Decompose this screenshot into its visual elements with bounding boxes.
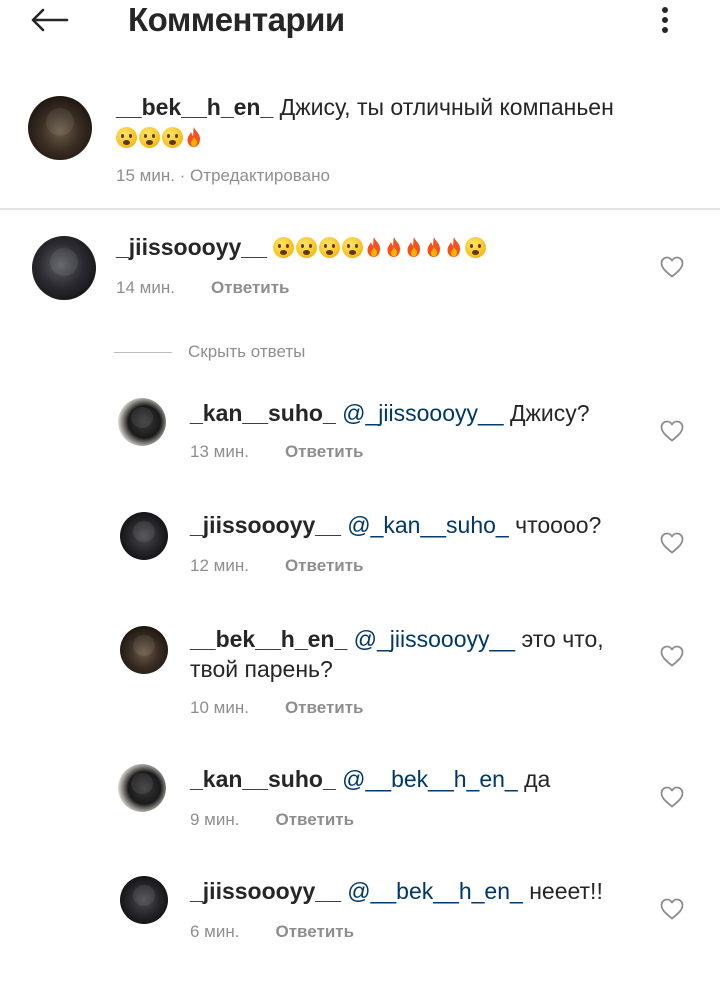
astonished-emoji-icon <box>465 237 487 258</box>
grinning-sweat-emoji-icon <box>162 127 183 148</box>
reply-text: _kan__suho_ @__bek__h_en_ да <box>190 764 650 794</box>
reply-mention[interactable]: @__bek__h_en_ <box>342 766 518 792</box>
reply-button[interactable]: Ответить <box>285 698 364 717</box>
reply-text: _jiissoooyy__ @__bek__h_en_ нееет!! <box>190 876 650 906</box>
like-heart-icon[interactable] <box>660 898 684 920</box>
fire-emoji-icon <box>425 236 443 258</box>
like-heart-icon[interactable] <box>660 786 684 808</box>
avatar[interactable] <box>118 764 166 812</box>
like-heart-icon[interactable] <box>660 532 684 554</box>
avatar[interactable] <box>118 398 166 446</box>
reply-button[interactable]: Ответить <box>285 442 364 461</box>
caption-text: __bek__h_en_ Джису, ты отличный компанье… <box>116 92 676 152</box>
fire-emoji-icon <box>365 236 383 258</box>
reply-username[interactable]: _kan__suho_ <box>190 766 336 792</box>
reply-mention[interactable]: @_jiissoooyy__ <box>354 626 515 652</box>
avatar[interactable] <box>120 876 168 924</box>
reply-body: нееет!! <box>529 878 603 904</box>
comment-meta: 14 мин. Ответить <box>116 278 290 298</box>
reply-time: 6 мин. <box>190 922 240 941</box>
like-heart-icon[interactable] <box>660 645 684 667</box>
reply-mention[interactable]: @__bek__h_en_ <box>347 878 523 904</box>
back-button[interactable] <box>26 0 72 40</box>
reply-meta: 12 мин. Ответить <box>190 556 364 576</box>
caption-body: Джису, ты отличный компаньен <box>279 94 614 120</box>
caption-block: __bek__h_en_ Джису, ты отличный компанье… <box>0 80 720 208</box>
hushed-emoji-icon <box>319 237 341 258</box>
reply-mention[interactable]: @_jiissoooyy__ <box>342 400 503 426</box>
caption-username[interactable]: __bek__h_en_ <box>116 94 273 120</box>
reply-text: _jiissoooyy__ @_kan__suho_ чтоооо? <box>190 510 650 540</box>
reply-text: _kan__suho_ @_jiissoooyy__ Джису? <box>190 398 650 428</box>
reply-time: 13 мин. <box>190 442 249 461</box>
caption-emojis <box>116 124 205 150</box>
avatar[interactable] <box>32 236 96 300</box>
edited-label: · Отредактировано <box>179 166 330 185</box>
avatar[interactable] <box>28 96 92 160</box>
reply-username[interactable]: _jiissoooyy__ <box>190 512 341 538</box>
avatar[interactable] <box>120 626 168 674</box>
reply-meta: 10 мин. Ответить <box>190 698 364 718</box>
hide-replies-toggle[interactable]: Скрыть ответы <box>114 340 305 364</box>
reply-body: это что, <box>521 626 604 652</box>
reply-meta: 9 мин. Ответить <box>190 810 354 830</box>
comment-text: _jiissoooyy__ <box>116 232 656 262</box>
comment-emojis <box>273 234 488 260</box>
more-options-button[interactable] <box>650 0 680 40</box>
reply-time: 12 мин. <box>190 556 249 575</box>
reply-username[interactable]: _jiissoooyy__ <box>190 878 341 904</box>
fire-emoji-icon <box>185 126 203 148</box>
comment-time: 14 мин. <box>116 278 175 297</box>
avatar[interactable] <box>120 512 168 560</box>
hushed-emoji-icon <box>342 237 364 258</box>
reply-time: 10 мин. <box>190 698 249 717</box>
reply-meta: 6 мин. Ответить <box>190 922 354 942</box>
like-heart-icon[interactable] <box>660 256 684 278</box>
reply-button[interactable]: Ответить <box>211 278 290 297</box>
thread-line <box>114 351 172 353</box>
reply-text: __bek__h_en_ @_jiissoooyy__ это что, тво… <box>190 624 630 684</box>
reply-button[interactable]: Ответить <box>285 556 364 575</box>
caption-meta: 15 мин. · Отредактировано <box>116 166 330 186</box>
hushed-emoji-icon <box>273 237 295 258</box>
more-vertical-icon <box>662 7 668 33</box>
reply-time: 9 мин. <box>190 810 240 829</box>
reply-button[interactable]: Ответить <box>275 810 354 829</box>
reply-button[interactable]: Ответить <box>275 922 354 941</box>
reply-username[interactable]: __bek__h_en_ <box>190 626 347 652</box>
caption-time: 15 мин. <box>116 166 175 185</box>
reply-body: чтоооо? <box>515 512 602 538</box>
fire-emoji-icon <box>405 236 423 258</box>
like-heart-icon[interactable] <box>660 420 684 442</box>
grinning-sweat-emoji-icon <box>116 127 137 148</box>
reply-body: да <box>524 766 551 792</box>
reply-body-line2: твой парень? <box>190 656 333 682</box>
reply-meta: 13 мин. Ответить <box>190 442 364 462</box>
fire-emoji-icon <box>385 236 403 258</box>
reply-username[interactable]: _kan__suho_ <box>190 400 336 426</box>
grinning-sweat-emoji-icon <box>139 127 160 148</box>
arrow-left-icon <box>31 8 69 32</box>
reply-body: Джису? <box>509 400 590 426</box>
reply-mention[interactable]: @_kan__suho_ <box>347 512 508 538</box>
hide-replies-label: Скрыть ответы <box>188 342 306 361</box>
page-title: Комментарии <box>128 1 345 38</box>
hushed-emoji-icon <box>296 237 318 258</box>
fire-emoji-icon <box>445 236 463 258</box>
caption-divider <box>0 208 720 210</box>
comment-username[interactable]: _jiissoooyy__ <box>116 234 267 260</box>
top-bar: Комментарии <box>0 0 720 60</box>
